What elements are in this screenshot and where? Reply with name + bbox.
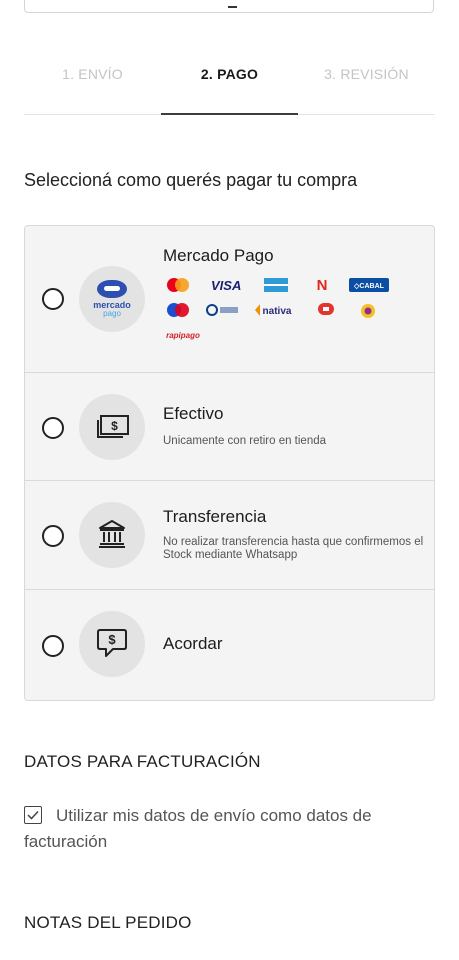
mercado-pago-logo-badge: mercado pago bbox=[79, 266, 145, 332]
check-icon bbox=[27, 810, 39, 820]
option-title: Acordar bbox=[163, 634, 223, 653]
maestro-icon bbox=[163, 303, 193, 319]
amex-icon bbox=[261, 278, 291, 294]
payment-options-list: mercado pago Mercado Pago VISA N ◇CABAL bbox=[24, 225, 435, 701]
visa-icon: VISA bbox=[211, 278, 242, 293]
payment-section-title: Seleccioná como querés pagar tu compra bbox=[24, 170, 358, 190]
radio-cash[interactable] bbox=[42, 417, 64, 439]
option-title: Transferencia bbox=[163, 507, 267, 526]
chat-money-icon: $ bbox=[97, 629, 127, 657]
payment-option-mercado-pago[interactable]: mercado pago Mercado Pago VISA N ◇CABAL bbox=[25, 226, 434, 373]
svg-text:$: $ bbox=[111, 419, 118, 433]
rapipago-icon: rapipago bbox=[166, 331, 200, 340]
bank-icon-badge bbox=[79, 502, 145, 568]
checkout-steps: 1. ENVÍO 2. PAGO 3. REVISIÓN bbox=[24, 66, 435, 116]
svg-text:$: $ bbox=[108, 632, 116, 647]
diners-club-icon bbox=[205, 303, 241, 319]
radio-arrange[interactable] bbox=[42, 635, 64, 657]
step-shipping[interactable]: 1. ENVÍO bbox=[24, 66, 161, 82]
step-review[interactable]: 3. REVISIÓN bbox=[298, 66, 435, 82]
nativa-icon: nativa bbox=[253, 303, 293, 319]
svg-text:nativa: nativa bbox=[263, 306, 292, 317]
radio-transfer[interactable] bbox=[42, 525, 64, 547]
billing-checkbox-label[interactable]: Utilizar mis datos de envío como datos d… bbox=[24, 803, 444, 855]
chat-money-icon-badge: $ bbox=[79, 611, 145, 677]
naranja-icon: N bbox=[316, 277, 328, 294]
mercado-pago-icon: mercado pago bbox=[88, 280, 136, 318]
payment-option-transfer[interactable]: Transferencia No realizar transferencia … bbox=[25, 481, 434, 590]
argencard-icon bbox=[311, 303, 341, 319]
billing-section-title: DATOS PARA FACTURACIÓN bbox=[24, 752, 261, 771]
previous-field[interactable] bbox=[24, 0, 434, 13]
radio-mercado-pago[interactable] bbox=[42, 288, 64, 310]
cash-icon-badge: $ bbox=[79, 394, 145, 460]
option-description: No realizar transferencia hasta que conf… bbox=[163, 536, 424, 561]
payment-option-arrange[interactable]: $ Acordar bbox=[25, 590, 434, 700]
order-notes-title: NOTAS DEL PEDIDO bbox=[24, 913, 192, 932]
active-step-indicator bbox=[161, 113, 298, 115]
text-cursor bbox=[228, 6, 237, 8]
bank-icon bbox=[99, 520, 125, 548]
cash-icon: $ bbox=[97, 415, 129, 438]
mastercard-icon bbox=[163, 278, 193, 294]
cencosud-icon bbox=[353, 303, 383, 319]
svg-text:◇CABAL: ◇CABAL bbox=[353, 283, 385, 290]
option-title: Efectivo bbox=[163, 404, 224, 423]
option-title: Mercado Pago bbox=[163, 246, 274, 265]
option-description: Unicamente con retiro en tienda bbox=[163, 435, 327, 447]
payment-option-cash[interactable]: $ Efectivo Unicamente con retiro en tien… bbox=[25, 373, 434, 481]
step-payment[interactable]: 2. PAGO bbox=[161, 66, 298, 82]
cabal-icon: ◇CABAL bbox=[349, 278, 389, 294]
billing-same-as-shipping-checkbox[interactable] bbox=[24, 806, 42, 824]
